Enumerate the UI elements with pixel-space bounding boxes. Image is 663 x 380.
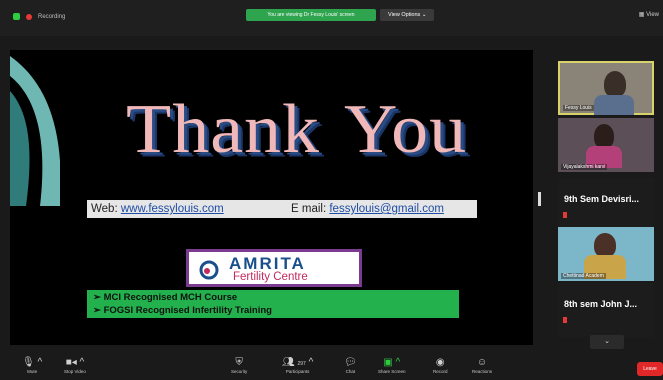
view-options-button[interactable]: View Options ⌄ <box>380 9 435 21</box>
scroll-down-button[interactable]: ⌄ <box>590 335 624 349</box>
web-info: Web: www.fessylouis.com <box>91 200 224 218</box>
participant-tile[interactable]: 8th sem John J... <box>558 283 654 337</box>
chat-icon: 💬︎ <box>344 357 357 368</box>
participant-tile[interactable]: Vijayalakshmi karvi <box>558 118 654 172</box>
muted-mic-icon <box>563 212 567 218</box>
email-label: E mail: <box>291 203 327 215</box>
record-icon: ◉ <box>435 357 445 368</box>
record-button[interactable]: ◉ Record <box>433 357 448 374</box>
stop-video-label: Stop Video <box>64 369 86 374</box>
view-button[interactable]: ▦ View <box>639 11 659 18</box>
contact-strip: Web: www.fessylouis.com E mail: fessylou… <box>87 200 477 218</box>
meeting-toolbar: 🎙︎ ^ Mute ■◂ ^ Stop Video ⛨ Security 👥︎ 297… <box>0 353 663 380</box>
amrita-subtitle: Fertility Centre <box>233 271 308 283</box>
shared-screen-slide: Thank You Web: www.fessylouis.com E mail:… <box>10 50 533 345</box>
email-link[interactable]: fessylouis@gmail.com <box>329 203 444 215</box>
thank-you-heading: Thank You <box>126 94 467 164</box>
record-label: Record <box>433 369 448 374</box>
shield-icon[interactable] <box>13 13 20 20</box>
mute-label: Mute <box>27 369 38 374</box>
recognition-box: ➢ MCI Recognised MCH Course ➢ FOGSI Reco… <box>87 290 459 318</box>
decorative-logo-shape <box>10 56 60 206</box>
reactions-icon: ☺ <box>476 357 488 368</box>
microphone-icon: 🎙︎ ^ <box>22 357 43 368</box>
participants-button[interactable]: 👥︎ 297 ^ Participants <box>282 357 313 374</box>
email-info: E mail: fessylouis@gmail.com <box>291 200 444 218</box>
amrita-logo: AMRITA Fertility Centre <box>186 249 362 287</box>
you-word: You <box>344 90 468 168</box>
participants-icon: 👥︎ 297 ^ <box>282 357 314 368</box>
chat-button[interactable]: 💬︎ Chat <box>344 357 357 374</box>
viewing-banner: You are viewing Dr Fessy Louis' screen <box>246 9 376 21</box>
video-camera-icon: ■◂ ^ <box>65 357 85 368</box>
web-label: Web: <box>91 203 118 215</box>
reactions-label: Reactions <box>472 369 493 374</box>
record-dot-icon <box>26 13 32 20</box>
share-screen-label: Share Screen <box>378 369 406 374</box>
participant-video <box>594 124 614 148</box>
participant-tile[interactable]: Chettinad Academ <box>558 227 654 281</box>
participant-name: 9th Sem Devisri... <box>564 194 640 204</box>
mute-button[interactable]: 🎙︎ ^ Mute <box>22 357 42 374</box>
participants-count: 297 <box>297 361 306 367</box>
participants-label: Participants <box>285 369 310 374</box>
participant-name: Fessy Louis <box>563 105 594 111</box>
participant-name: 8th sem John J... <box>564 299 638 309</box>
reactions-button[interactable]: ☺ Reactions <box>472 357 492 374</box>
thank-word: Thank <box>126 90 321 168</box>
participant-video <box>604 71 626 97</box>
participant-tile[interactable]: 9th Sem Devisri... <box>558 178 654 232</box>
participant-name: Chettinad Academ <box>561 273 606 279</box>
web-link[interactable]: www.fessylouis.com <box>121 203 224 215</box>
participant-video <box>594 233 616 257</box>
muted-mic-icon <box>563 317 567 323</box>
recognition-line-2: ➢ FOGSI Recognised Infertility Training <box>93 305 272 316</box>
share-screen-button[interactable]: ▣ ^ Share Screen <box>378 357 406 374</box>
recording-label: Recording <box>38 13 66 20</box>
participant-name: Vijayalakshmi karvi <box>561 164 608 170</box>
participant-tile[interactable]: Fessy Louis <box>558 61 654 115</box>
recording-indicator: Recording <box>13 13 65 20</box>
participant-body <box>594 95 634 115</box>
fertility-logo-icon <box>199 260 219 280</box>
panel-resize-handle[interactable] <box>538 192 541 206</box>
stop-video-button[interactable]: ■◂ ^ Stop Video <box>64 357 86 374</box>
view-label: View <box>646 12 659 18</box>
shield-icon: ⛨ <box>235 357 243 368</box>
security-label: Security <box>231 369 248 374</box>
share-screen-icon: ▣ ^ <box>383 357 401 368</box>
top-bar: Recording You are viewing Dr Fessy Louis… <box>0 0 663 36</box>
chat-label: Chat <box>345 369 356 374</box>
recognition-line-1: ➢ MCI Recognised MCH Course <box>93 292 238 303</box>
security-button[interactable]: ⛨ Security <box>231 357 247 374</box>
leave-button[interactable]: Leave <box>637 362 663 376</box>
